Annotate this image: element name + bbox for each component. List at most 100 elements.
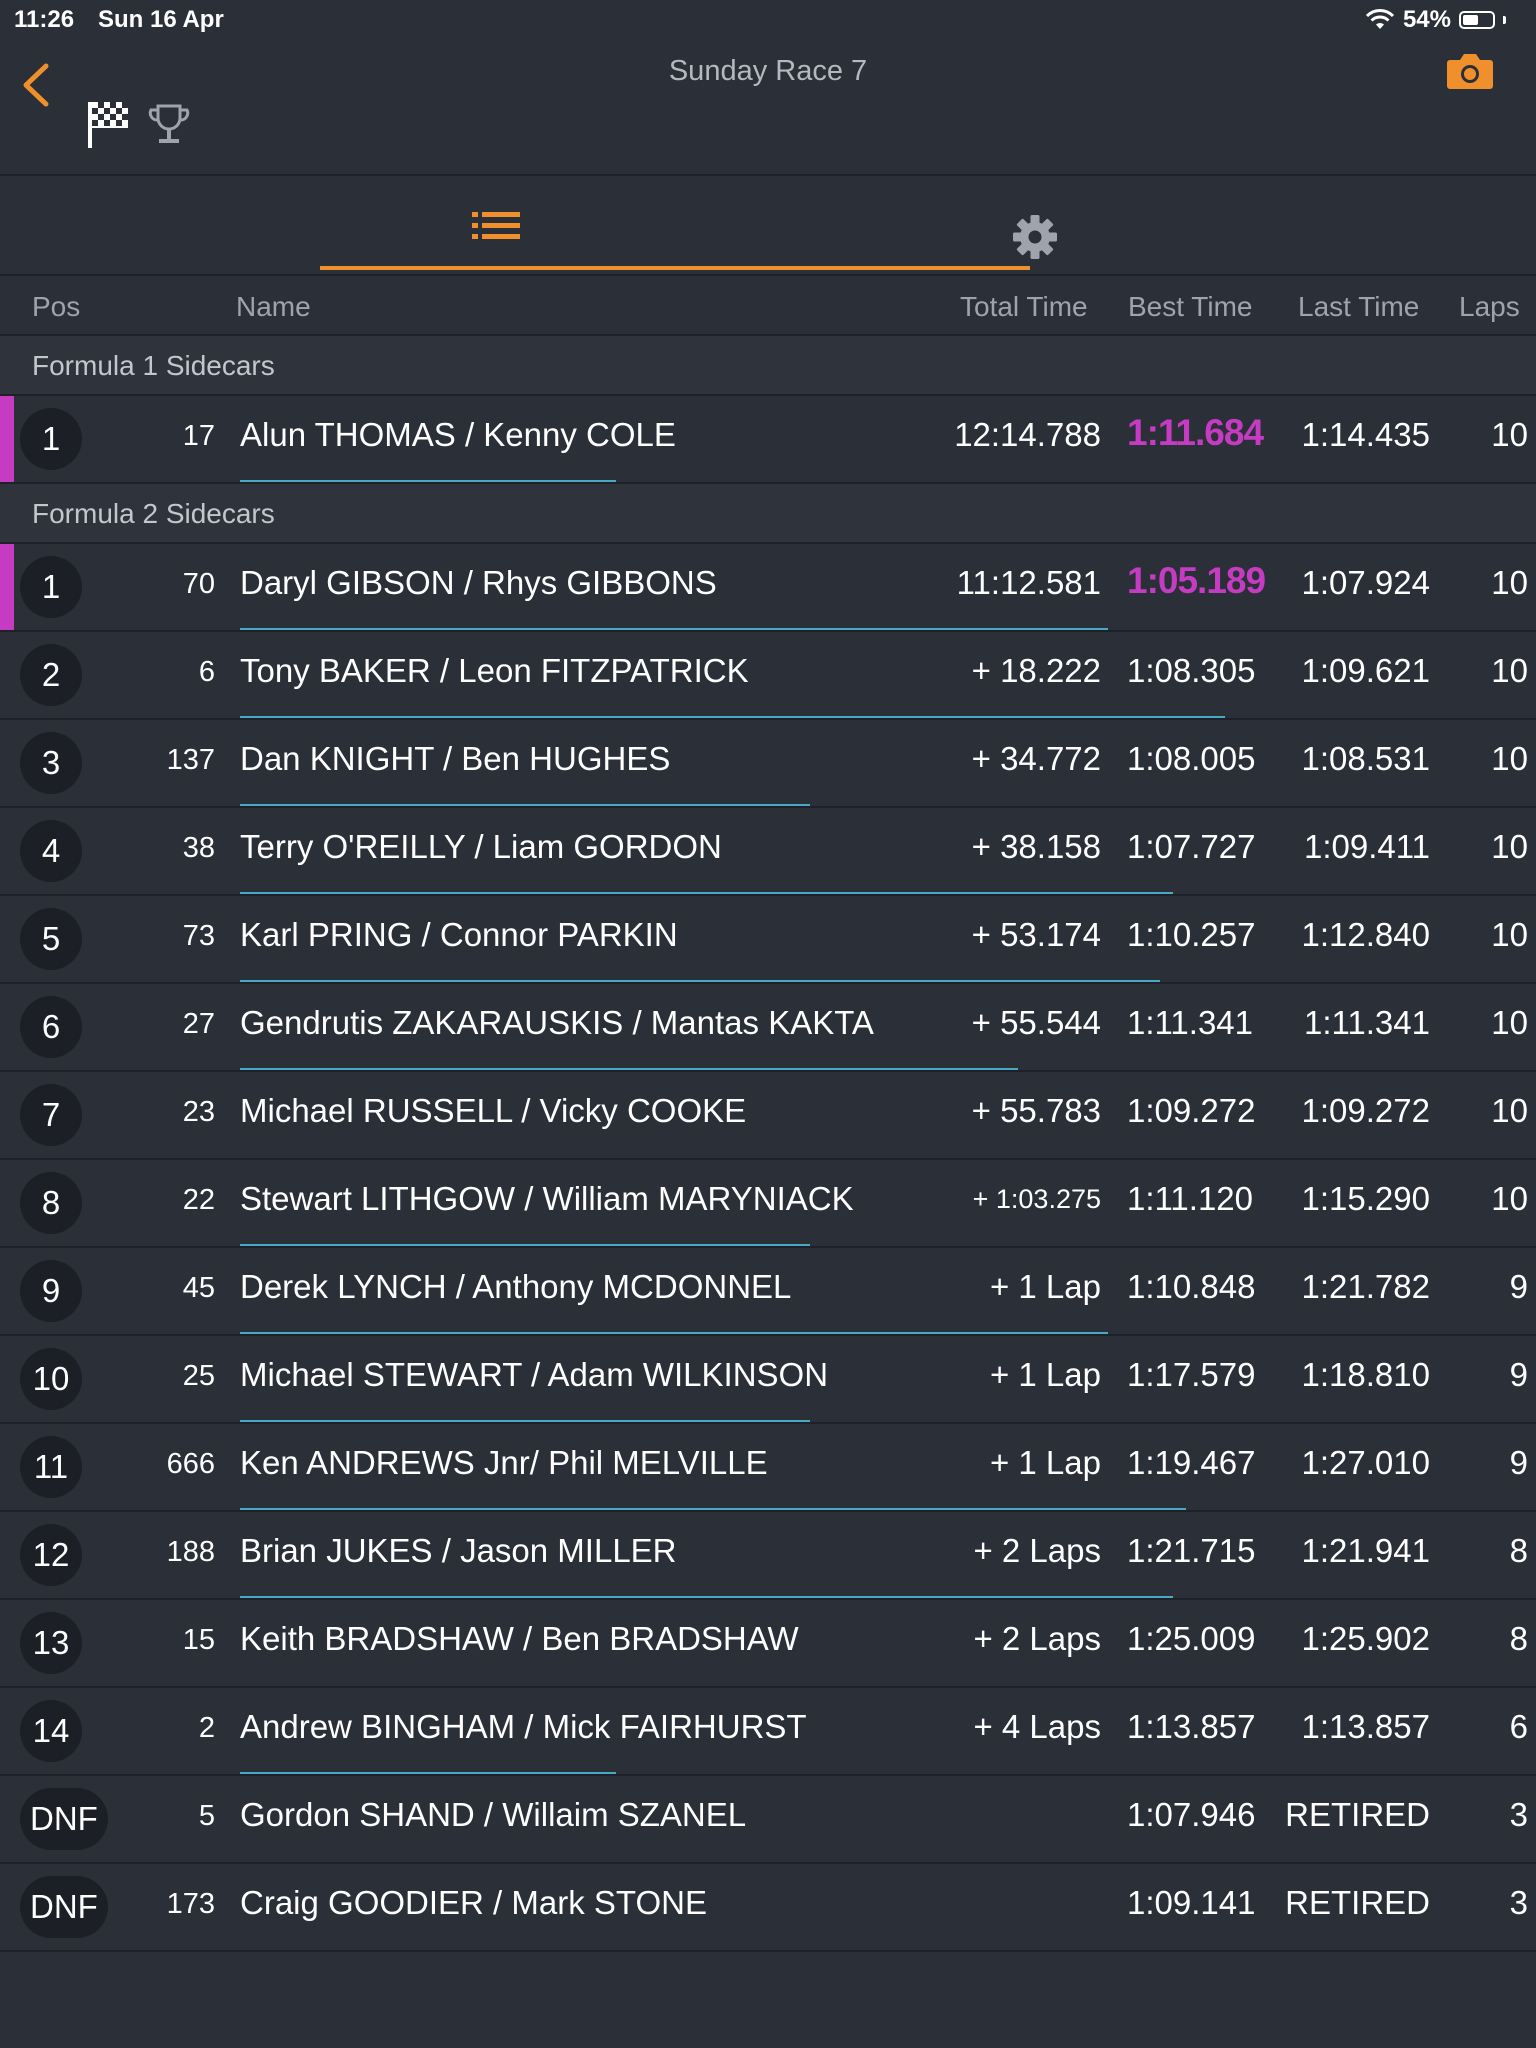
total-time: + 1:03.275 [972, 1184, 1101, 1214]
table-row[interactable]: 3 137 Dan KNIGHT / Ben HUGHES + 34.772 1:08.… [0, 720, 1536, 808]
driver-names: Ken ANDREWS Jnr/ Phil MELVILLE [240, 1444, 768, 1481]
table-row[interactable]: 1 17 Alun THOMAS / Kenny COLE 12:14.788 1:11… [0, 396, 1536, 484]
last-time: 1:08.531 [1301, 740, 1430, 777]
driver-names: Michael STEWART / Adam WILKINSON [240, 1356, 829, 1393]
lap-progress-bar [240, 1772, 616, 1774]
driver-names: Alun THOMAS / Kenny COLE [240, 416, 676, 453]
lap-progress-bar [240, 716, 1225, 718]
laps-count: 10 [1491, 740, 1528, 777]
table-row[interactable]: 5 73 Karl PRING / Connor PARKIN + 53.174 1:1… [0, 896, 1536, 984]
total-time: + 34.772 [971, 740, 1101, 777]
page-title: Sunday Race 7 [668, 55, 868, 87]
position-badge: DNF [20, 1788, 108, 1850]
race-number: 6 [198, 656, 215, 688]
laps-count: 10 [1491, 1180, 1528, 1217]
driver-names: Brian JUKES / Jason MILLER [240, 1532, 677, 1569]
best-time: 1:08.005 [1127, 740, 1256, 777]
wifi-icon [1365, 9, 1395, 29]
table-row[interactable]: 4 38 Terry O'REILLY / Liam GORDON + 38.158 1… [0, 808, 1536, 896]
table-row[interactable]: 8 22 Stewart LITHGOW / William MARYNIACK + … [0, 1160, 1536, 1248]
laps-count: 8 [1509, 1532, 1528, 1569]
driver-names: Keith BRADSHAW / Ben BRADSHAW [240, 1620, 799, 1657]
table-row[interactable]: 11 666 Ken ANDREWS Jnr/ Phil MELVILLE + 1 L… [0, 1424, 1536, 1512]
table-row[interactable]: 10 25 Michael STEWART / Adam WILKINSON + 1 … [0, 1336, 1536, 1424]
total-time: + 55.783 [971, 1092, 1101, 1129]
last-time: 1:21.941 [1301, 1532, 1430, 1569]
laps-count: 10 [1491, 828, 1528, 865]
table-row[interactable]: DNF 173 Craig GOODIER / Mark STONE 1:09.141… [0, 1864, 1536, 1952]
column-header-pos[interactable]: Pos [32, 291, 80, 323]
total-time: + 18.222 [971, 652, 1101, 689]
table-row[interactable]: 1 70 Daryl GIBSON / Rhys GIBBONS 11:12.581 1… [0, 544, 1536, 632]
best-time: 1:09.272 [1127, 1092, 1256, 1129]
trophy-icon[interactable] [148, 102, 190, 148]
position-badge: 1 [20, 408, 82, 470]
table-row[interactable]: 13 15 Keith BRADSHAW / Ben BRADSHAW + 2 Lap… [0, 1600, 1536, 1688]
last-time: 1:09.272 [1301, 1092, 1430, 1129]
column-header-total-time[interactable]: Total Time [960, 291, 1088, 323]
tab-results-list[interactable] [320, 206, 1030, 272]
position-badge: 3 [20, 732, 82, 794]
table-row[interactable]: 9 45 Derek LYNCH / Anthony MCDONNEL + 1 Lap… [0, 1248, 1536, 1336]
last-time: 1:21.782 [1301, 1268, 1430, 1305]
total-time: + 1 Lap [989, 1268, 1101, 1305]
lap-progress-bar [240, 1508, 1186, 1510]
tab-settings[interactable] [1010, 212, 1060, 262]
column-header-laps[interactable]: Laps [1459, 291, 1520, 323]
table-row[interactable]: 14 2 Andrew BINGHAM / Mick FAIRHURST + 4 La… [0, 1688, 1536, 1776]
group-header: Formula 1 Sidecars [0, 336, 1536, 396]
race-number: 188 [166, 1536, 215, 1568]
column-header-last-time[interactable]: Last Time [1298, 291, 1419, 323]
status-date: Sun 16 Apr [98, 6, 224, 33]
laps-count: 9 [1509, 1444, 1528, 1481]
position-badge: 9 [20, 1260, 82, 1322]
class-leader-marker [0, 396, 14, 482]
camera-button[interactable] [1444, 50, 1496, 92]
driver-names: Derek LYNCH / Anthony MCDONNEL [240, 1268, 792, 1305]
lap-progress-bar [240, 1596, 1173, 1598]
race-number: 73 [182, 920, 215, 952]
tab-bar [0, 176, 1536, 276]
race-number: 27 [182, 1008, 215, 1040]
table-row[interactable]: 7 23 Michael RUSSELL / Vicky COOKE + 55.783… [0, 1072, 1536, 1160]
table-row[interactable]: 6 27 Gendrutis ZAKARAUSKIS / Mantas KAKTA +… [0, 984, 1536, 1072]
position-badge: 5 [20, 908, 82, 970]
race-number: 666 [166, 1448, 215, 1480]
last-time: 1:15.290 [1301, 1180, 1430, 1217]
table-row[interactable]: 12 188 Brian JUKES / Jason MILLER + 2 Laps 1… [0, 1512, 1536, 1600]
camera-icon [1447, 54, 1493, 89]
table-row[interactable]: DNF 5 Gordon SHAND / Willaim SZANEL 1:07.94… [0, 1776, 1536, 1864]
column-header-best-time[interactable]: Best Time [1128, 291, 1252, 323]
best-time: 1:17.579 [1127, 1356, 1256, 1393]
battery-level [1463, 15, 1478, 25]
group-title: Formula 1 Sidecars [32, 350, 275, 381]
best-time: 1:25.009 [1127, 1620, 1256, 1657]
position-badge: 1 [20, 556, 82, 618]
battery-icon [1459, 11, 1495, 29]
best-time: 1:11.341 [1127, 1004, 1254, 1041]
best-time: 1:10.257 [1127, 916, 1256, 953]
race-number: 2 [198, 1712, 215, 1744]
total-time: + 1 Lap [989, 1356, 1101, 1393]
race-number: 15 [182, 1624, 215, 1656]
driver-names: Michael RUSSELL / Vicky COOKE [240, 1092, 747, 1129]
best-time: 1:11.684 [1127, 412, 1264, 453]
driver-names: Andrew BINGHAM / Mick FAIRHURST [240, 1708, 807, 1745]
laps-count: 9 [1509, 1268, 1528, 1305]
best-time: 1:09.141 [1127, 1884, 1256, 1921]
group-title: Formula 2 Sidecars [32, 498, 275, 529]
best-time: 1:21.715 [1127, 1532, 1256, 1569]
race-number: 45 [182, 1272, 215, 1304]
header: Sunday Race 7 [0, 40, 1536, 176]
last-time: RETIRED [1285, 1884, 1430, 1921]
driver-names: Terry O'REILLY / Liam GORDON [240, 828, 722, 865]
last-time: 1:14.435 [1301, 416, 1430, 453]
table-row[interactable]: 2 6 Tony BAKER / Leon FITZPATRICK + 18.222 1… [0, 632, 1536, 720]
checkered-flag-icon[interactable] [86, 98, 132, 150]
best-time: 1:13.857 [1127, 1708, 1256, 1745]
group-header: Formula 2 Sidecars [0, 484, 1536, 544]
position-badge: 2 [20, 644, 82, 706]
driver-names: Craig GOODIER / Mark STONE [240, 1884, 707, 1921]
column-header-name[interactable]: Name [236, 291, 311, 323]
total-time: + 4 Laps [973, 1708, 1101, 1745]
